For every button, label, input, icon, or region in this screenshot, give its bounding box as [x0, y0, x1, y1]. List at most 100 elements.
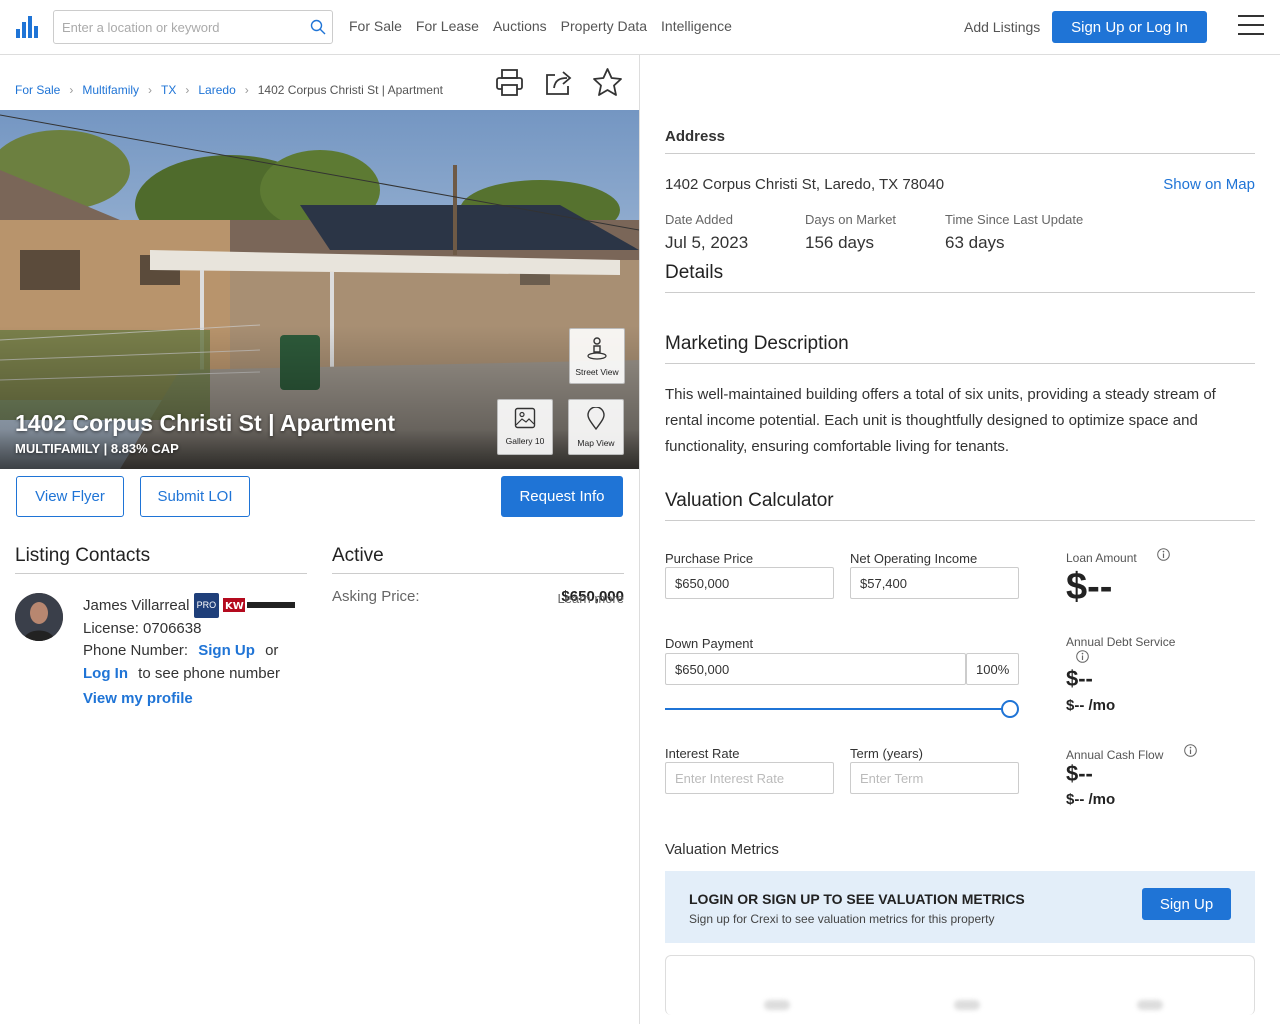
sign-up-log-in-button[interactable]: Sign Up or Log In	[1052, 11, 1207, 43]
to-see-phone-text: to see phone number	[138, 664, 280, 682]
blurred-metric	[1137, 1000, 1163, 1010]
share-icon[interactable]	[543, 67, 574, 98]
loan-amount-value: $--	[1066, 566, 1113, 608]
search-input[interactable]	[62, 18, 302, 36]
info-icon[interactable]	[1076, 650, 1089, 663]
interest-rate-label: Interest Rate	[665, 746, 740, 761]
metrics-banner-subtitle: Sign up for Crexi to see valuation metri…	[689, 912, 995, 926]
term-input[interactable]: Enter Term	[850, 762, 1019, 794]
blurred-metric	[764, 1000, 790, 1010]
annual-cash-flow-monthly: $-- /mo	[1066, 791, 1116, 808]
main-nav: For Sale For Lease Auctions Property Dat…	[349, 18, 746, 34]
listing-actions: View Flyer Submit LOI Request Info	[0, 475, 639, 520]
stat-value: 63 days	[945, 233, 1005, 252]
down-payment-slider-handle[interactable]	[1001, 700, 1019, 718]
nav-auctions[interactable]: Auctions	[493, 18, 547, 34]
annual-debt-service-label: Annual Debt Service	[1066, 635, 1176, 649]
metrics-sign-up-button[interactable]: Sign Up	[1142, 888, 1231, 920]
map-view-label: Map View	[577, 438, 615, 448]
favorite-star-icon[interactable]	[592, 67, 623, 98]
down-payment-input[interactable]: $650,000	[665, 653, 966, 685]
listing-toolbar	[494, 67, 623, 98]
top-header: For Sale For Lease Auctions Property Dat…	[0, 0, 1280, 55]
breadcrumb-laredo[interactable]: Laredo	[198, 83, 235, 97]
loan-amount-label: Loan Amount	[1066, 551, 1137, 565]
listing-contacts-heading: Listing Contacts	[15, 545, 307, 574]
blurred-metric	[954, 1000, 980, 1010]
info-icon[interactable]	[1157, 548, 1170, 561]
request-info-button[interactable]: Request Info	[501, 476, 623, 517]
nav-for-sale[interactable]: For Sale	[349, 18, 402, 34]
valuation-calculator: Purchase Price $650,000 Net Operating In…	[665, 548, 1255, 871]
gallery-button[interactable]: Gallery 10	[497, 399, 553, 455]
chevron-right-icon: ›	[185, 83, 190, 97]
down-payment-label: Down Payment	[665, 636, 754, 651]
chevron-right-icon: ›	[244, 83, 249, 97]
broker-info: James Villarreal PRO KW License: 0706638…	[83, 593, 313, 711]
stat-value: Jul 5, 2023	[665, 233, 749, 252]
asking-price-label: Asking Price:	[332, 588, 420, 605]
or-text: or	[265, 642, 279, 659]
street-view-icon	[587, 337, 607, 360]
breadcrumb-multifamily[interactable]: Multifamily	[82, 83, 139, 97]
noi-label: Net Operating Income	[850, 551, 978, 566]
breadcrumb-current: 1402 Corpus Christi St | Apartment	[257, 83, 443, 97]
nav-property-data[interactable]: Property Data	[561, 18, 647, 34]
search-box[interactable]	[53, 10, 333, 44]
marketing-description-heading: Marketing Description	[665, 333, 1255, 364]
property-subtitle: MULTIFAMILY | 8.83% CAP	[15, 441, 179, 456]
breadcrumb-tx[interactable]: TX	[161, 83, 176, 97]
map-view-button[interactable]: Map View	[568, 399, 624, 455]
broker-name[interactable]: James Villarreal	[83, 597, 189, 614]
details-heading: Details	[665, 262, 1255, 293]
crexi-logo-icon[interactable]	[16, 16, 38, 38]
address-row: 1402 Corpus Christi St, Laredo, TX 78040…	[665, 176, 1255, 196]
stat-label: Time Since Last Update	[945, 212, 1084, 227]
breadcrumb-for-sale[interactable]: For Sale	[15, 83, 60, 97]
nav-intelligence[interactable]: Intelligence	[661, 18, 732, 34]
svg-text:KW: KW	[225, 601, 244, 612]
listing-contacts: Listing Contacts James Villarreal PRO KW…	[15, 545, 307, 707]
view-flyer-button[interactable]: View Flyer	[16, 476, 124, 517]
info-icon[interactable]	[1184, 744, 1197, 757]
address-heading: Address	[665, 128, 1255, 154]
listing-stats: Date Added Jul 5, 2023 Days on Market 15…	[665, 212, 1255, 262]
interest-rate-input[interactable]: Enter Interest Rate	[665, 762, 834, 794]
phone-sign-up-link[interactable]: Sign Up	[198, 642, 255, 659]
stat-days-on-market: Days on Market 156 days	[805, 212, 896, 253]
hero-image[interactable]: Street View Gallery 10 Map View 1402 Cor…	[0, 110, 639, 469]
property-title: 1402 Corpus Christi St | Apartment	[15, 410, 396, 436]
full-address: 1402 Corpus Christi St, Laredo, TX 78040	[665, 176, 945, 193]
stat-time-since-update: Time Since Last Update 63 days	[945, 212, 1083, 253]
broker-license: License: 0706638	[83, 619, 202, 637]
down-payment-percent[interactable]: 100%	[966, 653, 1019, 685]
annual-cash-flow-value: $--	[1066, 761, 1093, 786]
left-column: For Sale › Multifamily › TX › Laredo › 1…	[0, 55, 640, 1024]
map-pin-icon	[587, 406, 605, 431]
search-icon[interactable]	[310, 19, 326, 35]
broker-avatar[interactable]	[15, 593, 63, 641]
purchase-price-input[interactable]: $650,000	[665, 567, 834, 599]
image-gallery-icon	[514, 407, 536, 429]
breadcrumb: For Sale › Multifamily › TX › Laredo › 1…	[15, 83, 443, 97]
pro-badge: PRO	[193, 593, 220, 618]
right-column: Address 1402 Corpus Christi St, Laredo, …	[665, 55, 1255, 1015]
chevron-right-icon: ›	[148, 83, 153, 97]
phone-label: Phone Number:	[83, 642, 189, 659]
view-profile-link[interactable]: View my profile	[83, 690, 193, 707]
submit-loi-button[interactable]: Submit LOI	[140, 476, 250, 517]
noi-input[interactable]: $57,400	[850, 567, 1019, 599]
nav-for-lease[interactable]: For Lease	[416, 18, 479, 34]
add-listings-link[interactable]: Add Listings	[964, 19, 1040, 35]
term-label: Term (years)	[850, 746, 923, 761]
show-on-map-link[interactable]: Show on Map	[1163, 176, 1255, 193]
learn-more-link[interactable]: Learn more	[558, 591, 624, 606]
stat-date-added: Date Added Jul 5, 2023	[665, 212, 748, 253]
down-payment-slider-track[interactable]	[665, 708, 1010, 710]
street-view-button[interactable]: Street View	[569, 328, 625, 384]
status-heading: Active	[332, 545, 624, 574]
print-icon[interactable]	[494, 67, 525, 98]
hamburger-menu-icon[interactable]	[1238, 15, 1264, 37]
annual-debt-service-value: $--	[1066, 666, 1093, 691]
phone-log-in-link[interactable]: Log In	[83, 665, 128, 682]
